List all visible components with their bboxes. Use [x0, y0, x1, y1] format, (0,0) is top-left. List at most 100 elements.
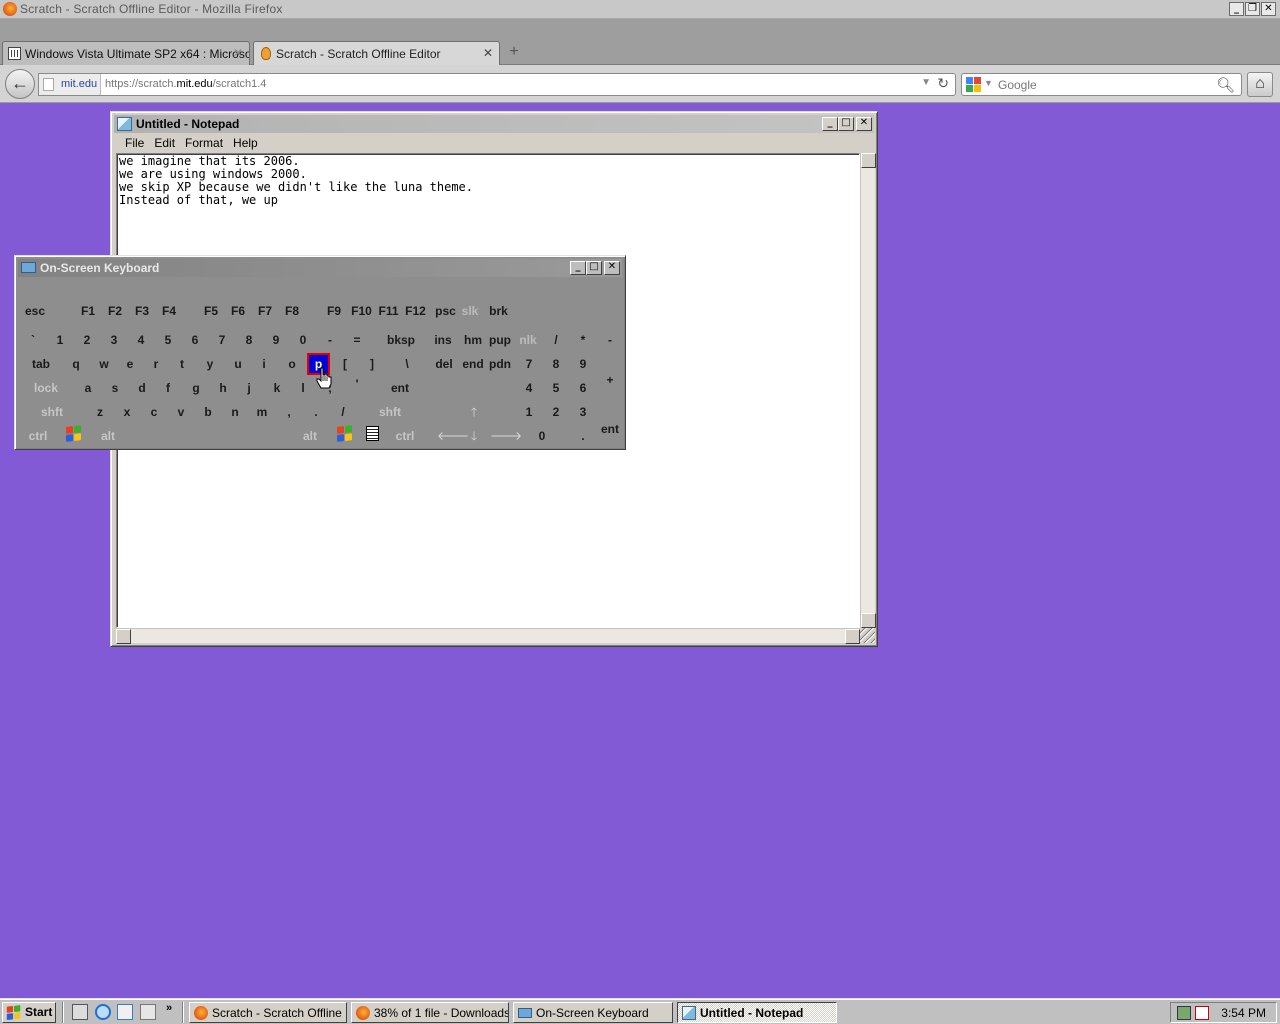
back-button[interactable]: ←: [5, 69, 35, 99]
key-slash[interactable]: /: [333, 402, 353, 422]
key-2[interactable]: 2: [77, 330, 97, 350]
key-f5[interactable]: F5: [200, 301, 222, 321]
key-backslash[interactable]: \: [397, 354, 417, 374]
tab-scratch[interactable]: Scratch - Scratch Offline Editor ✕: [253, 41, 500, 65]
key-f[interactable]: f: [158, 378, 178, 398]
key-alt-right[interactable]: alt: [299, 426, 321, 446]
key-shift-right[interactable]: shft: [373, 402, 407, 422]
key-numpad-5[interactable]: 5: [545, 378, 567, 398]
key-pagedown[interactable]: pdn: [487, 354, 513, 374]
key-numpad-3[interactable]: 3: [572, 402, 594, 422]
media-player-icon[interactable]: [140, 1004, 156, 1020]
notepad-maximize-button[interactable]: □: [838, 117, 854, 131]
key-y[interactable]: y: [200, 354, 220, 374]
home-button[interactable]: ⌂: [1247, 72, 1273, 97]
key-enter[interactable]: ent: [385, 378, 415, 398]
key-numpad-multiply[interactable]: *: [572, 330, 594, 350]
key-j[interactable]: j: [239, 378, 259, 398]
key-equals[interactable]: =: [347, 330, 367, 350]
acrobat-icon[interactable]: [1195, 1006, 1209, 1020]
key-f9[interactable]: F9: [323, 301, 345, 321]
key-6[interactable]: 6: [185, 330, 205, 350]
key-z[interactable]: z: [90, 402, 110, 422]
tab-close-icon[interactable]: ✕: [483, 46, 493, 60]
key-f8[interactable]: F8: [281, 301, 303, 321]
key-g[interactable]: g: [186, 378, 206, 398]
size-grip[interactable]: [860, 628, 875, 643]
start-button[interactable]: Start: [2, 1002, 56, 1023]
menu-help[interactable]: Help: [228, 134, 263, 152]
key-m[interactable]: m: [252, 402, 272, 422]
key-7[interactable]: 7: [212, 330, 232, 350]
key-f1[interactable]: F1: [77, 301, 99, 321]
search-engine-dropdown-icon[interactable]: ▼: [984, 78, 993, 88]
osk-maximize-button[interactable]: □: [586, 261, 602, 275]
key-f4[interactable]: F4: [158, 301, 180, 321]
new-tab-button[interactable]: +: [503, 41, 525, 63]
key-a[interactable]: a: [78, 378, 98, 398]
key-s[interactable]: s: [105, 378, 125, 398]
key-1[interactable]: 1: [50, 330, 70, 350]
search-placeholder[interactable]: Google: [998, 78, 1037, 92]
scroll-down-button[interactable]: [861, 613, 876, 628]
taskbar-task-osk[interactable]: On-Screen Keyboard: [513, 1002, 673, 1023]
key-numpad-2[interactable]: 2: [545, 402, 567, 422]
key-ctrl-right[interactable]: ctrl: [390, 426, 420, 446]
site-identity-button[interactable]: mit.edu: [39, 74, 101, 95]
key-f11[interactable]: F11: [375, 301, 402, 321]
key-f6[interactable]: F6: [227, 301, 249, 321]
key-r[interactable]: r: [146, 354, 166, 374]
browser-minimize-button[interactable]: _: [1229, 2, 1244, 16]
key-numpad-8[interactable]: 8: [545, 354, 567, 374]
key-numpad-0[interactable]: 0: [527, 426, 557, 446]
key-l[interactable]: l: [293, 378, 313, 398]
key-o[interactable]: o: [282, 354, 302, 374]
key-menu[interactable]: [362, 424, 382, 444]
key-ctrl-left[interactable]: ctrl: [23, 426, 53, 446]
google-icon[interactable]: [966, 77, 982, 93]
key-c[interactable]: c: [144, 402, 164, 422]
key-bksp[interactable]: bksp: [383, 330, 419, 350]
key-windows-left[interactable]: [63, 424, 85, 444]
taskbar-task-notepad[interactable]: Untitled - Notepad: [677, 1002, 837, 1023]
arrow-up-icon[interactable]: 🡑: [464, 402, 484, 422]
scroll-right-button[interactable]: [845, 629, 860, 644]
notepad-minimize-button[interactable]: _: [822, 117, 838, 131]
taskbar-task-scratch[interactable]: Scratch - Scratch Offline E...: [189, 1002, 347, 1023]
key-numpad-enter[interactable]: ent: [597, 419, 623, 439]
key-numpad-subtract[interactable]: -: [599, 330, 621, 350]
key-numpad-6[interactable]: 6: [572, 378, 594, 398]
key-brk[interactable]: brk: [485, 301, 512, 321]
key-d[interactable]: d: [132, 378, 152, 398]
key-backtick[interactable]: `: [23, 330, 43, 350]
key-f12[interactable]: F12: [402, 301, 429, 321]
reload-icon[interactable]: ↻: [937, 75, 949, 92]
key-numpad-add[interactable]: +: [599, 370, 621, 390]
key-3[interactable]: 3: [104, 330, 124, 350]
key-numpad-1[interactable]: 1: [518, 402, 540, 422]
key-u[interactable]: u: [228, 354, 248, 374]
key-numpad-divide[interactable]: /: [545, 330, 567, 350]
key-shift-left[interactable]: shft: [35, 402, 69, 422]
key-ins[interactable]: ins: [431, 330, 455, 350]
key-comma[interactable]: ,: [279, 402, 299, 422]
key-pageup[interactable]: pup: [487, 330, 513, 350]
url-dropdown-icon[interactable]: ▼: [921, 77, 931, 88]
key-f10[interactable]: F10: [348, 301, 375, 321]
search-icon[interactable]: 🔍︎: [1216, 76, 1235, 94]
taskbar-clock[interactable]: 3:54 PM: [1221, 1006, 1266, 1020]
notepad-titlebar[interactable]: Untitled - Notepad _ □ ✕: [114, 115, 874, 133]
menu-file[interactable]: File: [120, 134, 149, 152]
key-f7[interactable]: F7: [254, 301, 276, 321]
key-8[interactable]: 8: [239, 330, 259, 350]
key-0[interactable]: 0: [293, 330, 313, 350]
key-x[interactable]: x: [117, 402, 137, 422]
key-capslock[interactable]: lock: [29, 378, 63, 398]
key-numpad-decimal[interactable]: .: [572, 426, 594, 446]
key-home[interactable]: hm: [461, 330, 485, 350]
horizontal-scrollbar[interactable]: [116, 628, 860, 644]
taskbar-task-downloads[interactable]: 38% of 1 file - Downloads: [351, 1002, 509, 1023]
key-numpad-9[interactable]: 9: [572, 354, 594, 374]
key-i[interactable]: i: [254, 354, 274, 374]
key-slk[interactable]: slk: [458, 301, 482, 321]
